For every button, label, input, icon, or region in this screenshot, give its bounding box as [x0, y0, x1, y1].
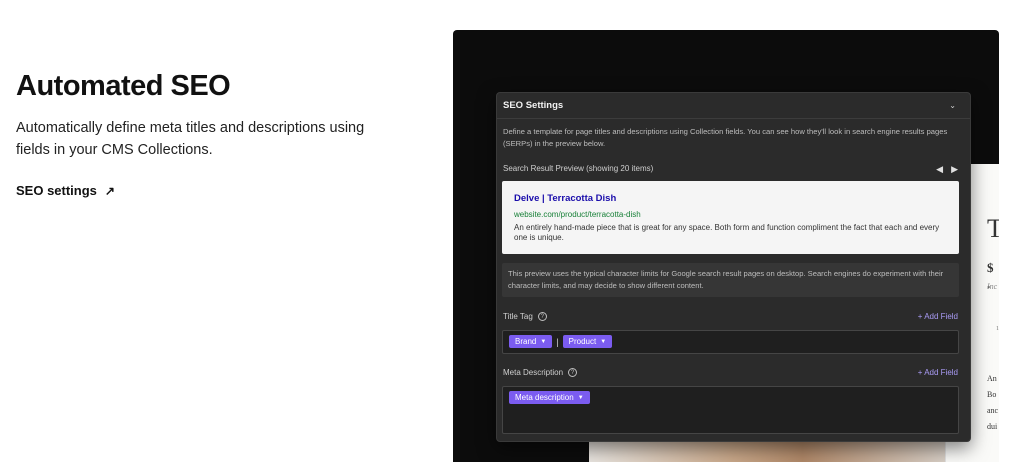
meta-description-label-text: Meta Description — [503, 368, 564, 377]
serp-title: Delve | Terracotta Dish — [514, 193, 617, 204]
panel-header[interactable]: SEO Settings ⌄ — [497, 93, 970, 119]
preview-pager: ◀ ▶ — [936, 164, 958, 175]
product-token-label: Product — [568, 337, 597, 346]
meta-description-add-field-button[interactable]: + Add Field — [918, 368, 958, 377]
arrow-up-right-icon: ↗ — [104, 183, 115, 198]
brand-token[interactable]: Brand ▼ — [509, 335, 553, 348]
meta-description-input[interactable]: Meta description ▼ — [502, 386, 959, 434]
bg-text-line: anc — [987, 406, 999, 415]
title-separator: | — [556, 337, 559, 347]
serp-description: An entirely hand-made piece that is grea… — [514, 223, 940, 242]
chevron-down-icon: ▼ — [540, 338, 547, 345]
meta-description-token-label: Meta description — [515, 393, 574, 402]
seo-settings-link-label: SEO settings — [16, 183, 97, 198]
bg-heading: T — [987, 214, 999, 243]
bg-text-line: An — [987, 374, 997, 383]
bg-small: 1 — [996, 326, 999, 332]
title-tag-add-field-button[interactable]: + Add Field — [918, 312, 958, 321]
brand-token-label: Brand — [515, 337, 537, 346]
chevron-down-icon: ▼ — [600, 338, 607, 345]
chevron-down-icon: ▼ — [577, 394, 584, 401]
panel-title: SEO Settings — [503, 100, 564, 111]
chevron-down-icon[interactable]: ⌄ — [949, 101, 956, 110]
help-icon[interactable]: ? — [537, 312, 547, 321]
title-tag-input[interactable]: Brand ▼ | Product ▼ — [502, 330, 959, 354]
meta-description-token[interactable]: Meta description ▼ — [509, 391, 590, 404]
bg-italic: Inc — [987, 282, 998, 291]
preview-note: This preview uses the typical character … — [502, 263, 959, 297]
product-token[interactable]: Product ▼ — [562, 335, 613, 348]
title-tag-label: Title Tag ? — [503, 312, 547, 321]
hero-title: Automated SEO — [16, 70, 231, 102]
bg-text-line: dui — [987, 422, 998, 431]
meta-description-label: Meta Description ? — [503, 368, 578, 377]
seo-settings-link[interactable]: SEO settings ↗ — [16, 183, 115, 198]
serp-url: website.com/product/terracotta-dish — [514, 210, 641, 219]
next-icon[interactable]: ▶ — [951, 164, 958, 175]
help-icon[interactable]: ? — [568, 368, 578, 377]
bg-text-line: Bo — [987, 390, 997, 399]
page: Automated SEO Automatically define meta … — [0, 0, 1024, 462]
preview-label: Search Result Preview (showing 20 items) — [503, 164, 654, 173]
title-tag-label-text: Title Tag — [503, 312, 533, 321]
hero-description: Automatically define meta titles and des… — [16, 120, 365, 158]
panel-intro: Define a template for page titles and de… — [503, 127, 948, 148]
seo-settings-panel: SEO Settings ⌄ Define a template for pag… — [496, 92, 971, 442]
search-result-preview: Delve | Terracotta Dish website.com/prod… — [502, 181, 959, 254]
previous-icon[interactable]: ◀ — [936, 164, 943, 175]
